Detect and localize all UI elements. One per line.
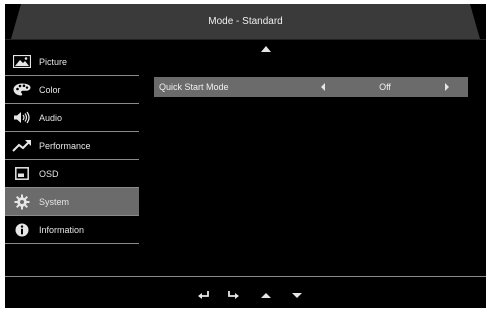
header-bar: Mode - Standard	[5, 4, 486, 40]
osd-window: Mode - Standard Picture Color Audio Perf…	[5, 4, 486, 308]
sidebar-menu: Picture Color Audio Performance OSD Syst…	[5, 48, 139, 244]
quick-start-mode-row[interactable]: Quick Start Mode Off	[154, 77, 468, 97]
sidebar-item-information[interactable]: Information	[5, 216, 139, 244]
sidebar-item-label: Audio	[39, 112, 63, 123]
sidebar-item-audio[interactable]: Audio	[5, 104, 139, 132]
increase-arrow-icon[interactable]	[445, 83, 449, 91]
speaker-icon	[11, 110, 33, 126]
palette-icon	[11, 82, 33, 98]
sidebar-item-picture[interactable]: Picture	[5, 48, 139, 76]
sidebar-item-color[interactable]: Color	[5, 76, 139, 104]
sidebar-item-performance[interactable]: Performance	[5, 132, 139, 160]
back-icon[interactable]	[195, 288, 211, 302]
osd-window-icon	[11, 166, 33, 182]
sidebar-item-system[interactable]: System	[5, 188, 139, 216]
sidebar-item-label: Information	[39, 224, 85, 235]
sidebar-item-osd[interactable]: OSD	[5, 160, 139, 188]
gear-icon	[11, 194, 33, 210]
enter-icon[interactable]	[226, 288, 242, 302]
sidebar-item-label: Picture	[39, 56, 68, 67]
up-icon[interactable]	[258, 288, 274, 302]
info-icon	[11, 222, 33, 238]
down-icon[interactable]	[289, 288, 305, 302]
option-value: Off	[379, 82, 391, 92]
sidebar-item-label: OSD	[39, 168, 59, 179]
sidebar-item-label: System	[39, 196, 70, 207]
option-label: Quick Start Mode	[159, 82, 229, 92]
sidebar-item-label: Color	[39, 84, 61, 95]
sidebar-item-label: Performance	[39, 140, 91, 151]
navigation-bar	[195, 288, 305, 302]
picture-icon	[11, 54, 33, 70]
mode-title: Mode - Standard	[208, 16, 283, 27]
footer-divider	[5, 276, 486, 277]
trend-up-icon	[11, 138, 33, 154]
scroll-up-icon[interactable]	[261, 46, 271, 52]
